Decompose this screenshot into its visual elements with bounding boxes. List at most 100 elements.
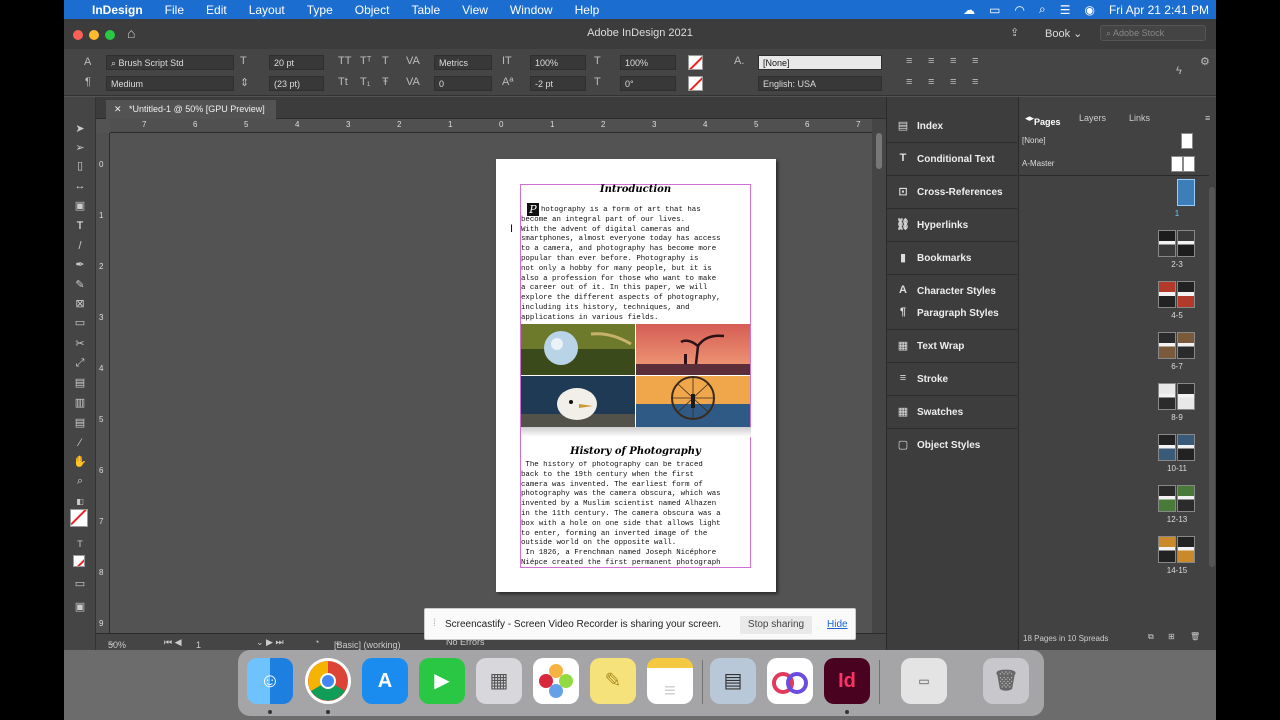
hand-tool-icon[interactable]: ✋ <box>72 455 88 469</box>
spotlight-icon[interactable]: ⌕ <box>1032 2 1053 17</box>
content-collector-icon[interactable]: ▣ <box>72 199 88 213</box>
tab-layers[interactable]: Layers <box>1079 113 1106 123</box>
preview-mode-icon[interactable]: ▣ <box>72 600 88 614</box>
document-page[interactable]: Introduction P hotography is a form of a… <box>496 159 776 592</box>
master-a-thumbnail-right[interactable] <box>1183 156 1195 172</box>
free-transform-tool-icon[interactable]: ⤢ <box>72 356 88 370</box>
page-thumbnail[interactable] <box>1177 230 1195 257</box>
stroke-none-swatch[interactable] <box>688 76 703 91</box>
justify-right-icon[interactable]: ≡ <box>950 76 956 88</box>
master-a-thumbnail-left[interactable] <box>1171 156 1183 172</box>
scissors-tool-icon[interactable]: ✂ <box>72 337 88 351</box>
pencil-tool-icon[interactable]: ✎ <box>72 278 88 292</box>
photo-fisherman-net[interactable] <box>636 376 750 427</box>
battery-icon[interactable]: ▭ <box>982 3 1007 17</box>
page-thumbnail[interactable] <box>1177 383 1195 410</box>
share-icon[interactable]: ⇪ <box>1010 26 1019 39</box>
zoom-tool-icon[interactable]: ⌕ <box>72 474 88 488</box>
spread-label[interactable]: 10-11 <box>1147 464 1207 473</box>
wifi-icon[interactable]: ◠ <box>1007 3 1031 17</box>
preflight-profile[interactable]: [Basic] (working) ⌄ <box>334 637 401 650</box>
siri-icon[interactable]: ◉ <box>1077 3 1101 17</box>
screen-mode-icon[interactable]: ▭ <box>72 577 88 591</box>
menu-file[interactable]: File <box>154 3 195 17</box>
superscript-icon[interactable]: Tᵀ <box>360 55 371 67</box>
subscript-icon[interactable]: T₁ <box>360 76 370 88</box>
panel-cross-references[interactable]: ⊡ Cross-References <box>887 179 1017 207</box>
tracking-field[interactable]: 0 <box>434 76 492 91</box>
kerning-field[interactable]: Metrics <box>434 55 492 70</box>
justify-icon[interactable]: ≡ <box>972 55 978 67</box>
align-left-icon[interactable]: ≡ <box>906 55 912 67</box>
tab-links[interactable]: Links <box>1129 113 1150 123</box>
photos-icon[interactable] <box>533 658 579 704</box>
master-none[interactable]: [None] <box>1022 136 1046 145</box>
vertical-scrollbar[interactable] <box>872 119 886 633</box>
tab-pages[interactable]: ◂▸ Pages <box>1025 113 1061 127</box>
page-thumbnail[interactable] <box>1158 536 1176 563</box>
page-thumbnail[interactable] <box>1158 383 1176 410</box>
edit-page-size-icon[interactable]: ⧉ <box>1148 632 1154 642</box>
next-page-button[interactable]: ⌄ ▶ ⏭ <box>256 637 284 648</box>
first-page-button[interactable]: ⏮ ◀ <box>164 637 182 648</box>
panel-paragraph-styles[interactable]: ¶ Paragraph Styles <box>887 300 1017 328</box>
facetime-icon[interactable]: ▶ <box>419 658 465 704</box>
chrome-window-thumbnail-icon[interactable]: ▭ <box>901 658 947 704</box>
font-style-field[interactable]: Medium <box>106 76 234 91</box>
vertical-scale-field[interactable]: 100% <box>530 55 586 70</box>
spread-label[interactable]: 4-5 <box>1147 311 1207 320</box>
panel-index[interactable]: ▤ Index <box>887 113 1017 141</box>
new-page-icon[interactable]: ⊞ <box>1168 632 1175 641</box>
panel-swatches[interactable]: ▦ Swatches <box>887 399 1017 427</box>
rectangle-tool-icon[interactable]: ▭ <box>72 316 88 330</box>
menu-layout[interactable]: Layout <box>238 3 296 17</box>
page-thumbnail[interactable] <box>1177 332 1195 359</box>
menu-type[interactable]: Type <box>296 3 344 17</box>
spread-label[interactable]: 12-13 <box>1147 515 1207 524</box>
justify-all-icon[interactable]: ≡ <box>972 76 978 88</box>
pages-scrollbar[interactable] <box>1209 187 1215 567</box>
gap-tool-icon[interactable]: ↔ <box>72 179 88 193</box>
justify-left-icon[interactable]: ≡ <box>906 76 912 88</box>
panel-object-styles[interactable]: ▢ Object Styles <box>887 432 1017 460</box>
creative-cloud-icon[interactable]: ☁ <box>956 3 982 17</box>
menubar-clock[interactable]: Fri Apr 21 2:41 PM <box>1102 3 1216 17</box>
workspace-switcher[interactable]: Book ⌄ <box>1045 27 1082 40</box>
preflight-icon[interactable]: ◔ <box>314 637 319 647</box>
preview-icon[interactable]: ▤ <box>710 658 756 704</box>
page-thumbnail[interactable] <box>1158 281 1176 308</box>
chrome-icon[interactable] <box>305 658 351 704</box>
eyedropper-tool-icon[interactable]: ⁄ <box>72 436 88 450</box>
note-tool-icon[interactable]: ▤ <box>72 416 88 430</box>
paragraph-formatting-icon[interactable]: ¶ <box>85 76 91 88</box>
finder-icon[interactable]: ☺ <box>247 658 293 704</box>
page-thumbnail[interactable] <box>1177 434 1195 461</box>
panel-stroke[interactable]: ≡ Stroke <box>887 366 1017 394</box>
creative-cloud-icon[interactable] <box>767 658 813 704</box>
skew-field[interactable]: 0° <box>620 76 676 91</box>
control-settings-icon[interactable]: ⚙ <box>1200 55 1210 68</box>
master-a[interactable]: A-Master <box>1022 159 1054 168</box>
panel-menu-icon[interactable]: ≡ <box>1205 113 1210 123</box>
direct-selection-tool-icon[interactable]: ➢ <box>72 141 88 155</box>
photo-glass-sphere[interactable] <box>521 324 635 375</box>
justify-center-icon[interactable]: ≡ <box>928 76 934 88</box>
launchpad-icon[interactable]: ▦ <box>476 658 522 704</box>
menu-app-name[interactable]: InDesign <box>88 3 154 17</box>
font-size-field[interactable]: 20 pt <box>269 55 324 70</box>
align-right-icon[interactable]: ≡ <box>950 55 956 67</box>
spread-label[interactable]: 8-9 <box>1147 413 1207 422</box>
indesign-icon[interactable]: Id <box>824 658 870 704</box>
line-tool-icon[interactable]: / <box>72 239 88 253</box>
fill-none-swatch[interactable] <box>688 55 703 70</box>
introduction-paragraph[interactable]: hotography is a form of art that has bec… <box>521 206 751 324</box>
zoom-field[interactable]: 50% ⌄ <box>108 637 126 650</box>
selection-tool-icon[interactable]: ➤ <box>72 122 88 136</box>
formatting-affects-text-icon[interactable]: T <box>72 537 88 551</box>
stickies-icon[interactable]: ✎ <box>590 658 636 704</box>
strikethrough-icon[interactable]: Ŧ <box>382 76 389 88</box>
panel-bookmarks[interactable]: ▮ Bookmarks <box>887 245 1017 273</box>
font-family-field[interactable]: ⌕ Brush Script Std <box>106 55 234 70</box>
pen-tool-icon[interactable]: ✒ <box>72 258 88 272</box>
trash-icon[interactable]: 🗑 <box>983 658 1029 704</box>
